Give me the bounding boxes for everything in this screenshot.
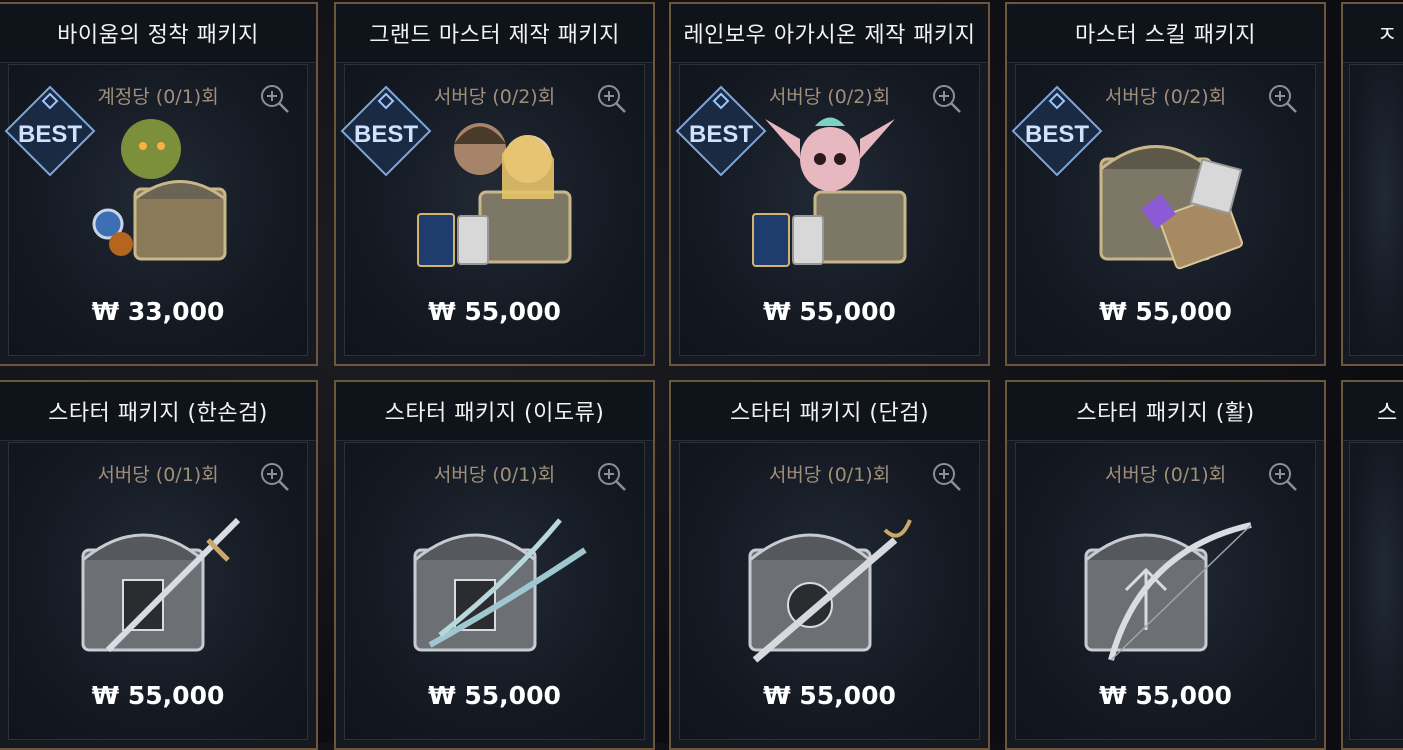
package-price: ₩ 55,000 [1099, 681, 1232, 710]
package-title: 스타터 패키지 (이도류) [336, 382, 653, 441]
package-title: 스타터 패키지 (한손검) [0, 382, 316, 441]
package-card[interactable]: 마스터 스킬 패키지 BEST 서버당 (0/2)회 ₩ 55,000 [1005, 2, 1326, 366]
package-title: 스 [1343, 382, 1403, 441]
zoom-in-icon[interactable] [1268, 84, 1298, 114]
card-body [1349, 64, 1403, 356]
package-card[interactable]: 스타터 패키지 (활) 서버당 (0/1)회 ₩ 55,000 [1005, 380, 1326, 750]
zoom-in-icon[interactable] [597, 84, 627, 114]
heroes-chest-image [416, 123, 571, 267]
bow-chest-image [1084, 522, 1252, 661]
package-price: ₩ 55,000 [428, 681, 561, 710]
card-body [1349, 442, 1403, 740]
package-title: 스타터 패키지 (단검) [671, 382, 988, 441]
zoom-in-icon[interactable] [597, 462, 627, 492]
package-price: ₩ 55,000 [763, 681, 896, 710]
package-title: 마스터 스킬 패키지 [1007, 4, 1324, 63]
zoom-in-icon[interactable] [932, 84, 962, 114]
package-card-partial[interactable]: ㅈ [1341, 2, 1403, 366]
skillbook-chest-image [1099, 145, 1243, 270]
dagger-chest-image [748, 519, 912, 663]
package-price: ₩ 55,000 [1099, 297, 1232, 326]
zoom-in-icon[interactable] [1268, 462, 1298, 492]
package-price: ₩ 55,000 [428, 297, 561, 326]
package-title: 바이움의 정착 패키지 [0, 4, 316, 63]
zoom-in-icon[interactable] [932, 462, 962, 492]
package-card[interactable]: 스타터 패키지 (한손검) 서버당 (0/1)회 ₩ 55,000 [0, 380, 318, 750]
package-title: ㅈ [1343, 4, 1403, 63]
package-card[interactable]: 바이움의 정착 패키지 BEST 계정당 (0/1)회 ₩ 33,000 [0, 2, 318, 366]
package-price: ₩ 55,000 [763, 297, 896, 326]
package-price: ₩ 33,000 [91, 297, 225, 326]
zoom-in-icon[interactable] [260, 462, 290, 492]
zoom-in-icon[interactable] [260, 84, 290, 114]
package-title: 스타터 패키지 (활) [1007, 382, 1324, 441]
package-card[interactable]: 그랜드 마스터 제작 패키지 BEST 서버당 (0/2)회 ₩ 55,000 [334, 2, 655, 366]
pet-chest-image [751, 117, 906, 267]
package-title: 레인보우 아가시온 제작 패키지 [671, 4, 988, 63]
package-card-partial[interactable]: 스 [1341, 380, 1403, 750]
package-title: 그랜드 마스터 제작 패키지 [336, 4, 653, 63]
orc-pet-chest-image [92, 119, 227, 261]
package-card[interactable]: 스타터 패키지 (단검) 서버당 (0/1)회 ₩ 55,000 [669, 380, 990, 750]
package-price: ₩ 55,000 [91, 681, 225, 710]
sword-chest-image [81, 517, 241, 653]
package-card[interactable]: 스타터 패키지 (이도류) 서버당 (0/1)회 ₩ 55,000 [334, 380, 655, 750]
dualblade-chest-image [413, 518, 587, 652]
package-card[interactable]: 레인보우 아가시온 제작 패키지 BEST 서버당 (0/2)회 ₩ 55,00… [669, 2, 990, 366]
